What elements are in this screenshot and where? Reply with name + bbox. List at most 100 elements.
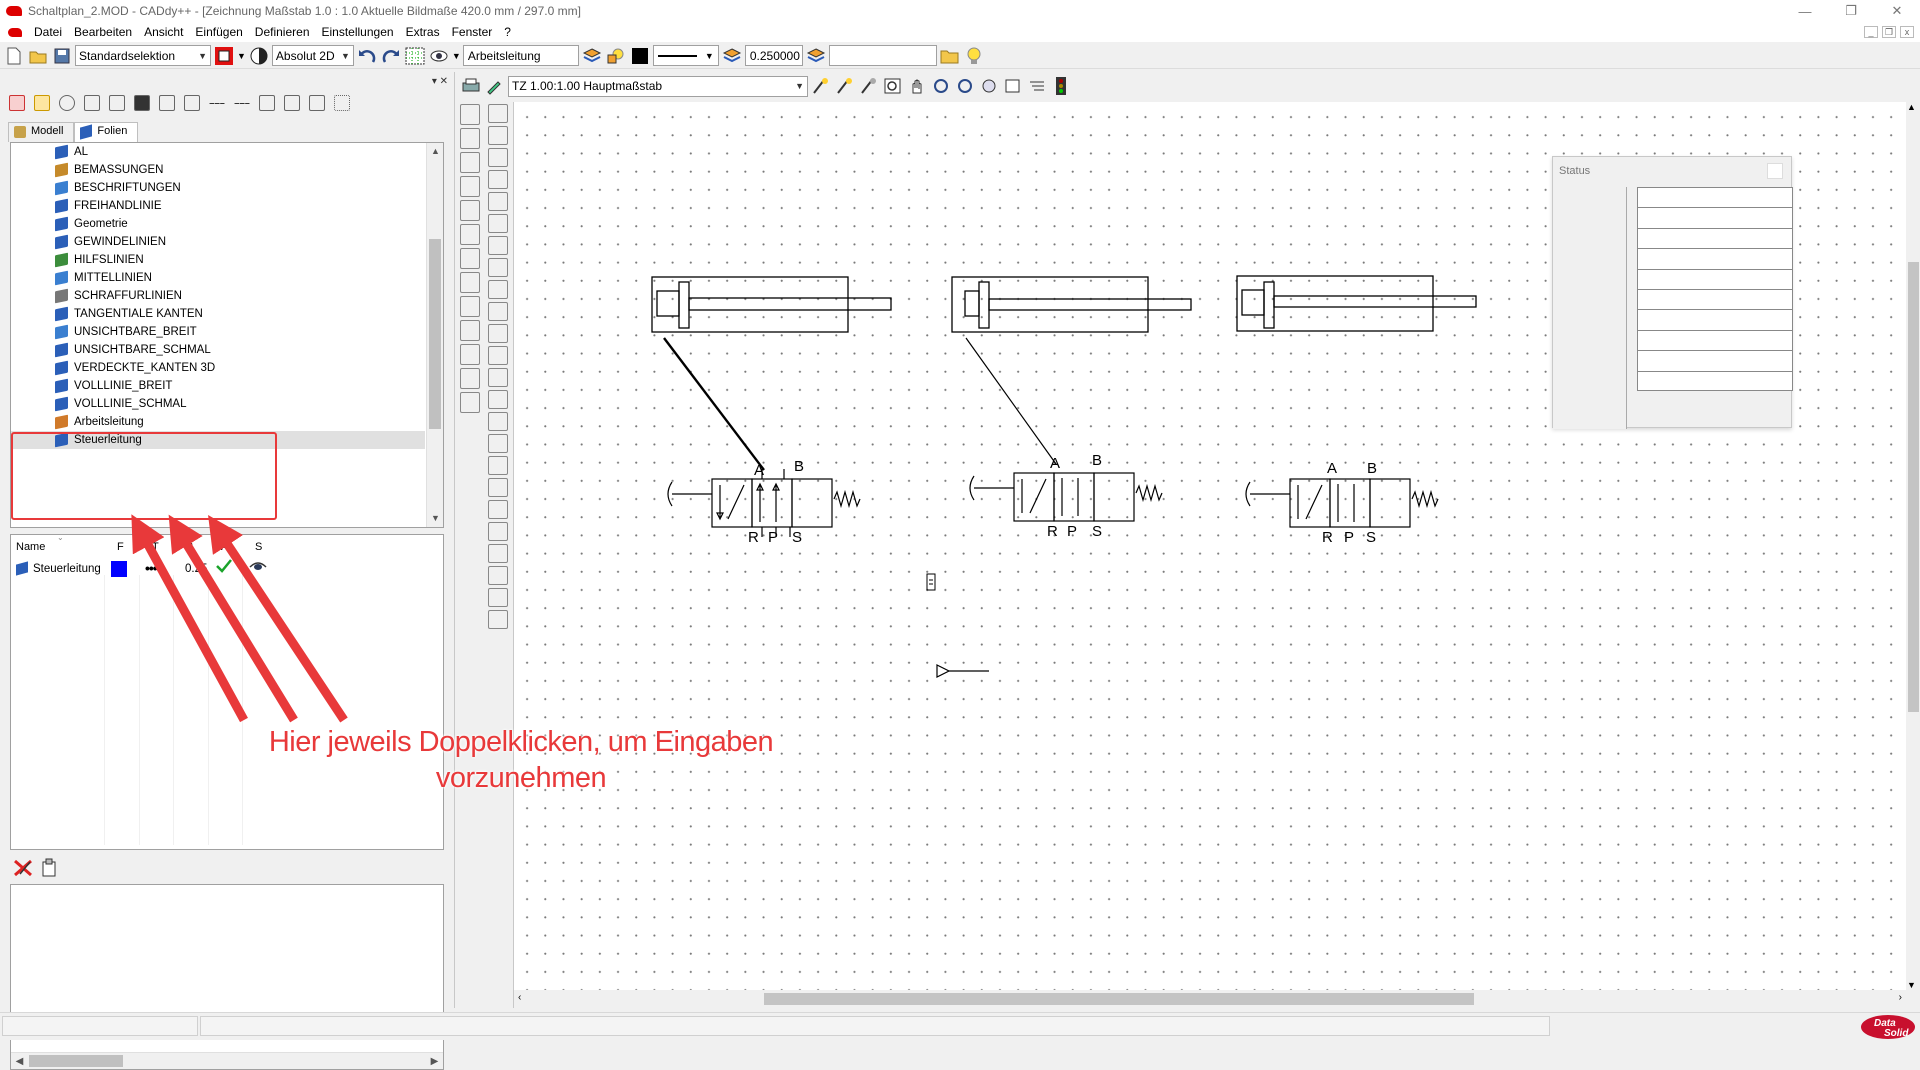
scroll-up-icon[interactable]: ▲ — [427, 143, 443, 160]
status-window[interactable]: Status — [1552, 156, 1793, 429]
zoom-all-button[interactable] — [978, 75, 1000, 97]
chevron-down-icon[interactable]: ▼ — [452, 51, 461, 61]
rotate-right-button[interactable] — [954, 75, 976, 97]
layer-name-field[interactable]: Arbeitsleitung — [462, 45, 579, 66]
menu-extras[interactable]: Extras — [400, 25, 446, 39]
layer-tool-5[interactable] — [106, 92, 128, 114]
mirror-tool-icon[interactable] — [488, 434, 508, 453]
row-line-type-icon[interactable]: ••• — [145, 560, 158, 576]
gear-tool-icon[interactable] — [488, 346, 508, 365]
snap-button[interactable] — [428, 45, 450, 67]
layer-tool-7[interactable] — [156, 92, 178, 114]
cylinder-1[interactable] — [651, 276, 892, 333]
working-line-2[interactable] — [965, 337, 1057, 465]
redo-button[interactable] — [380, 45, 402, 67]
cross-tool-icon[interactable] — [460, 176, 480, 197]
layer-item[interactable]: TANGENTIALE KANTEN — [55, 305, 203, 323]
zoom-tool-3[interactable] — [858, 75, 880, 97]
restore-button[interactable]: ❐ — [1828, 0, 1874, 22]
cylinder-2[interactable] — [951, 276, 1192, 333]
menu-einfuegen[interactable]: Einfügen — [189, 25, 248, 39]
select-tool-icon[interactable] — [460, 104, 480, 125]
circle-tool-icon[interactable] — [488, 258, 508, 277]
zoom-in-button[interactable] — [882, 75, 904, 97]
axis-tool-icon[interactable] — [460, 248, 480, 269]
layer-tool-10[interactable] — [231, 92, 253, 114]
erase-tool-icon[interactable] — [460, 392, 480, 413]
info-box-scrollbar[interactable]: ◀ ▶ — [11, 1052, 443, 1069]
rectangle-tool-icon[interactable] — [488, 170, 508, 189]
scroll-left-icon[interactable]: ‹ — [518, 992, 521, 1003]
coord-mode-combo[interactable]: Absolut 2D ▼ — [271, 45, 354, 66]
scroll-thumb[interactable] — [29, 1055, 123, 1067]
layer-item[interactable]: VERDECKTE_KANTEN 3D — [55, 359, 215, 377]
layer-item[interactable]: Arbeitsleitung — [55, 413, 144, 431]
search-field[interactable] — [828, 45, 937, 66]
scroll-right-icon[interactable]: › — [1899, 992, 1902, 1003]
traffic-light-button[interactable] — [1050, 75, 1072, 97]
rotate-tool-icon[interactable] — [460, 200, 480, 221]
layer-tool-6[interactable] — [131, 92, 153, 114]
layer-tool-12[interactable] — [281, 92, 303, 114]
line-width-button[interactable] — [721, 45, 743, 67]
coord-system-button[interactable] — [248, 45, 270, 67]
scroll-down-icon[interactable]: ▼ — [1907, 980, 1916, 990]
menu-ansicht[interactable]: Ansicht — [138, 25, 189, 39]
break-tool-icon[interactable] — [488, 610, 508, 629]
canvas-vertical-scrollbar[interactable]: ▲ ▼ — [1906, 102, 1920, 990]
box-tool-icon[interactable] — [488, 390, 508, 409]
layer-tool-2[interactable] — [31, 92, 53, 114]
polyline-tool-icon[interactable] — [488, 148, 508, 167]
open-file-button[interactable] — [27, 45, 49, 67]
layer-tool-1[interactable] — [6, 92, 28, 114]
folder-search-button[interactable] — [939, 45, 961, 67]
app-menu-icon[interactable] — [8, 27, 22, 37]
scroll-down-icon[interactable]: ▼ — [427, 510, 443, 527]
trim-tool-icon[interactable] — [460, 152, 480, 173]
layer-item[interactable]: VOLLLINIE_BREIT — [55, 377, 172, 395]
layer-item[interactable]: SCHRAFFURLINIEN — [55, 287, 182, 305]
layer-tool-9[interactable] — [206, 92, 228, 114]
working-line-1[interactable] — [663, 337, 765, 471]
status-close-button[interactable] — [1767, 163, 1783, 179]
valve-1[interactable] — [667, 469, 861, 537]
tab-folien[interactable]: Folien — [74, 122, 139, 142]
close-button[interactable]: ✕ — [1874, 0, 1920, 22]
mdi-close-button[interactable]: x — [1900, 26, 1914, 38]
menu-fenster[interactable]: Fenster — [446, 25, 499, 39]
info-tool-icon[interactable] — [460, 368, 480, 389]
cut-tool-icon[interactable] — [488, 412, 508, 431]
layer-item[interactable]: UNSICHTBARE_SCHMAL — [55, 341, 211, 359]
valve-2[interactable] — [969, 472, 1163, 522]
spline-tool-icon[interactable] — [488, 368, 508, 387]
layer-item[interactable]: AL — [55, 143, 88, 161]
arrow-symbol[interactable] — [936, 664, 989, 678]
tree-scrollbar[interactable]: ▲ ▼ — [426, 143, 443, 527]
delete-icon[interactable] — [12, 858, 34, 881]
row-visible-eye-icon[interactable] — [249, 560, 267, 577]
mdi-minimize-button[interactable]: _ — [1864, 26, 1878, 38]
zoom-prev-button[interactable] — [1002, 75, 1024, 97]
selection-color-button[interactable] — [213, 45, 235, 67]
rotate-left-button[interactable] — [930, 75, 952, 97]
scroll-right-icon[interactable]: ▶ — [426, 1053, 443, 1070]
pen-tool-icon[interactable] — [460, 224, 480, 245]
pan-button[interactable] — [906, 75, 928, 97]
scroll-thumb[interactable] — [1908, 262, 1919, 712]
layer-tool-8[interactable] — [181, 92, 203, 114]
redraw-button[interactable] — [1026, 75, 1048, 97]
layer-tool-11[interactable] — [256, 92, 278, 114]
layer-item[interactable]: MITTELLINIEN — [55, 269, 152, 287]
chamfer-tool-icon[interactable] — [488, 522, 508, 541]
layer-tool-13[interactable] — [306, 92, 328, 114]
layer-tool-3[interactable] — [56, 92, 78, 114]
selection-mode-combo[interactable]: Standardselektion ▼ — [75, 45, 211, 66]
circle-3p-tool-icon[interactable] — [488, 214, 508, 233]
layer-stack-button[interactable] — [581, 45, 603, 67]
menu-help[interactable]: ? — [498, 25, 517, 39]
layer-item[interactable]: UNSICHTBARE_BREIT — [55, 323, 197, 341]
annotate-tool-icon[interactable] — [460, 272, 480, 293]
hatch-tool-icon[interactable] — [460, 344, 480, 365]
layer-button-2[interactable] — [805, 45, 827, 67]
line-type-combo[interactable]: ▼ — [652, 45, 719, 66]
